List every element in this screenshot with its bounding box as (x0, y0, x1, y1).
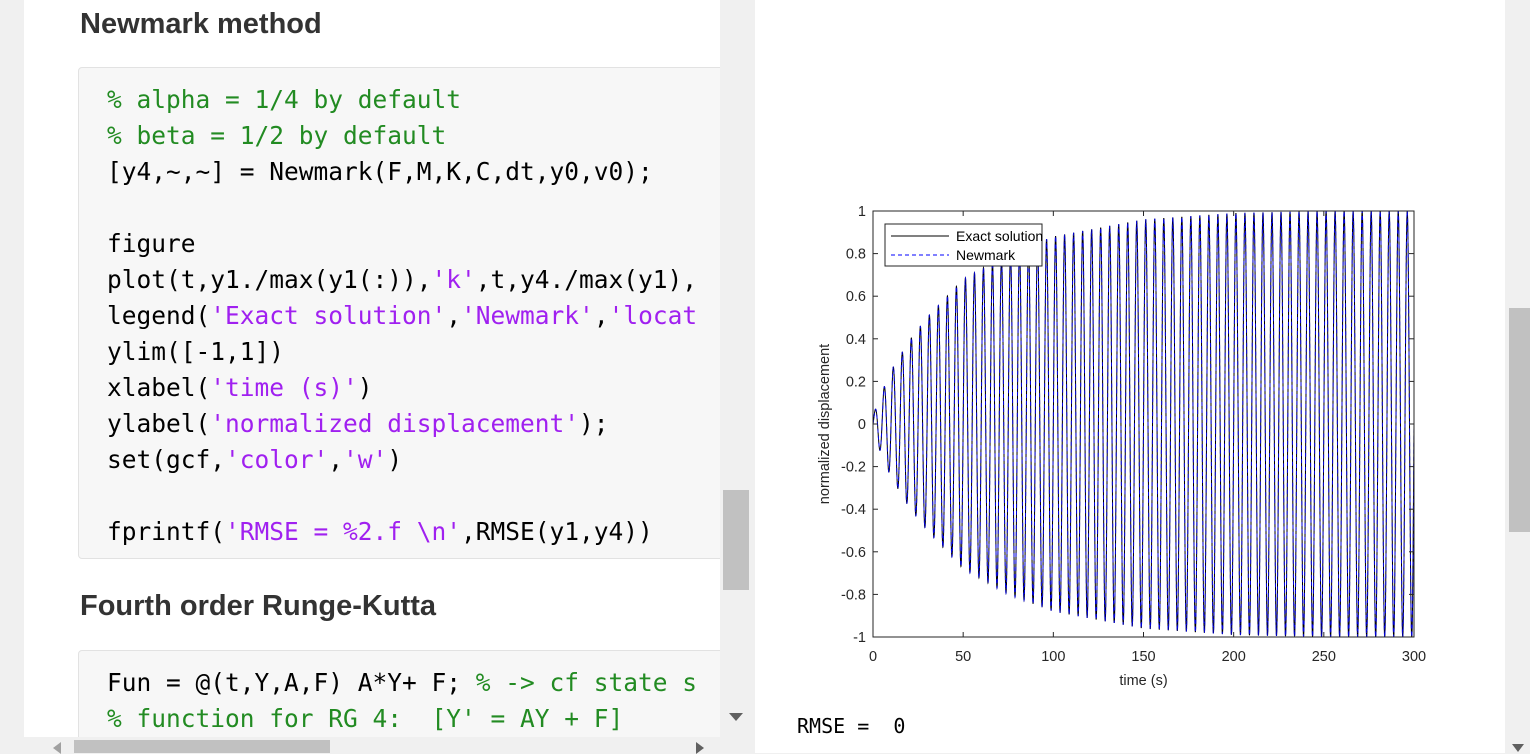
code-token: ylabel( (107, 409, 211, 438)
x-tick-label: 200 (1222, 649, 1246, 665)
scroll-left-arrow-icon[interactable] (52, 742, 62, 754)
code-token: set(gcf, (107, 445, 226, 474)
code-string: 'color' (225, 445, 329, 474)
horizontal-scrollbar-thumb[interactable] (74, 740, 330, 753)
legend-entry: Newmark (956, 247, 1016, 263)
code-block-newmark[interactable]: % alpha = 1/4 by default % beta = 1/2 by … (78, 67, 720, 559)
code-token: xlabel( (107, 373, 211, 402)
rmse-output-text: RMSE = 0 (797, 714, 906, 738)
code-token: ,RMSE(y1,y4)) (461, 517, 653, 546)
code-string: 'time (s)' (210, 373, 358, 402)
right-scrollbar-thumb[interactable] (1509, 308, 1530, 532)
y-tick-label: -0.6 (841, 545, 866, 561)
code-line: figure (107, 229, 196, 259)
code-string: 'RMSE = %2.f \n' (225, 517, 462, 546)
code-line: fprintf('RMSE = %2.f \n',RMSE(y1,y4)) (107, 517, 653, 547)
code-token: plot(t,y1./max(y1(:)), (107, 265, 432, 294)
y-tick-label: 0.6 (846, 289, 866, 305)
y-tick-label: -1 (853, 630, 866, 646)
code-line: ylim([-1,1]) (107, 337, 284, 367)
code-token: legend( (107, 301, 211, 330)
horizontal-scrollbar[interactable] (40, 737, 720, 754)
code-string: 'k' (431, 265, 476, 294)
code-line: xlabel('time (s)') (107, 373, 373, 403)
code-line: Fun = @(t,Y,A,F) A*Y+ F; % -> cf state s (107, 668, 697, 698)
code-token: fprintf( (107, 517, 226, 546)
code-line: % alpha = 1/4 by default (107, 85, 461, 115)
left-scrollbar-thumb[interactable] (723, 490, 749, 590)
y-tick-label: 0.2 (846, 374, 866, 390)
code-token: ylim([-1,1]) (107, 337, 285, 366)
x-tick-label: 50 (955, 649, 971, 665)
y-tick-label: -0.4 (841, 502, 866, 518)
x-tick-label: 0 (869, 649, 877, 665)
code-line: legend('Exact solution','Newmark','locat (107, 301, 697, 331)
code-block-runge-kutta[interactable]: Fun = @(t,Y,A,F) A*Y+ F; % -> cf state s… (78, 650, 720, 737)
code-comment: % beta = 1/2 by default (107, 121, 447, 150)
code-string: 'w' (343, 445, 388, 474)
code-string: 'Newmark' (461, 301, 594, 330)
live-script-code-pane: Newmark method % alpha = 1/4 by default%… (24, 0, 720, 737)
code-line: set(gcf,'color','w') (107, 445, 402, 475)
right-vertical-scrollbar[interactable] (1505, 0, 1530, 753)
code-token: [y4,~,~] = Newmark(F,M,K,C,dt,y0,v0); (107, 157, 653, 186)
code-line: [y4,~,~] = Newmark(F,M,K,C,dt,y0,v0); (107, 157, 653, 187)
code-line: % function for RG 4: [Y' = AY + F] (107, 704, 623, 734)
code-token: , (593, 301, 609, 330)
code-token: ) (357, 373, 373, 402)
code-string: 'normalized displacement' (210, 409, 580, 438)
scroll-right-arrow-icon[interactable] (695, 742, 705, 754)
code-token: , (328, 445, 344, 474)
output-pane: 0 50 100 150 200 250 300 -1 -0.8 -0.6 -0.4 -0.2 0 0.2… (755, 0, 1505, 753)
scroll-down-arrow-icon[interactable] (728, 712, 744, 722)
y-axis-label: normalized displacement (817, 344, 833, 504)
y-tick-label: 0.4 (846, 332, 866, 348)
section-heading-runge-kutta: Fourth order Runge-Kutta (80, 590, 437, 622)
code-string: 'locat (608, 301, 698, 330)
x-tick-label: 300 (1402, 649, 1426, 665)
code-token: Fun = @(t,Y,A,F) A*Y+ F; (107, 668, 476, 697)
code-string: 'Exact solution' (210, 301, 447, 330)
y-tick-label: -0.2 (841, 460, 866, 476)
y-tick-label: -0.8 (841, 587, 866, 603)
section-heading-newmark: Newmark method (80, 8, 322, 40)
code-token: ,t,y4./max(y1), (475, 265, 698, 294)
code-line: ylabel('normalized displacement'); (107, 409, 609, 439)
code-token: figure (107, 229, 196, 258)
y-tick-label: 0.8 (846, 247, 866, 263)
code-token: ); (579, 409, 609, 438)
scroll-down-arrow-icon[interactable] (1511, 743, 1525, 753)
left-vertical-scrollbar[interactable] (720, 0, 753, 737)
code-line: % beta = 1/2 by default (107, 121, 446, 151)
code-comment: % function for RG 4: [Y' = AY + F] (107, 704, 624, 733)
code-comment: % alpha = 1/4 by default (107, 85, 462, 114)
y-tick-label: 0 (858, 417, 866, 433)
x-axis-label: time (s) (1119, 673, 1167, 689)
x-tick-label: 150 (1131, 649, 1155, 665)
legend-entry: Exact solution (956, 228, 1043, 244)
code-token: ) (387, 445, 403, 474)
code-line: plot(t,y1./max(y1(:)),'k',t,y4./max(y1), (107, 265, 697, 295)
code-token: , (446, 301, 462, 330)
y-tick-label: 1 (858, 204, 866, 220)
displacement-chart: 0 50 100 150 200 250 300 -1 -0.8 -0.6 -0.4 -0.2 0 0.2… (817, 204, 1426, 689)
code-comment: % -> cf state s (475, 668, 698, 697)
x-tick-label: 100 (1041, 649, 1065, 665)
x-tick-label: 250 (1312, 649, 1336, 665)
